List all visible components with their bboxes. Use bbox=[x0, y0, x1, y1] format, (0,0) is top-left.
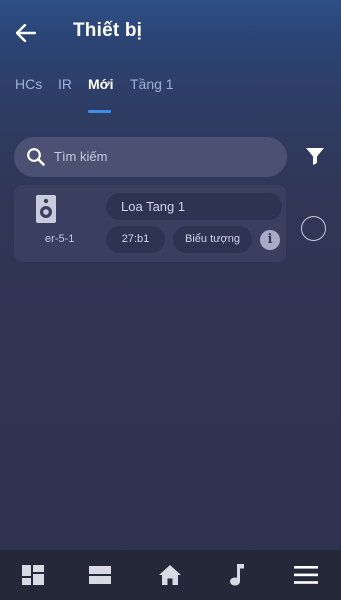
page-title: Thiết bị bbox=[73, 20, 143, 41]
nav-dashboard[interactable] bbox=[3, 550, 63, 600]
tab-moi[interactable]: Mới bbox=[88, 76, 114, 92]
search-bar[interactable]: Tìm kiếm bbox=[14, 137, 287, 177]
device-select-radio[interactable] bbox=[301, 216, 326, 241]
dashboard-icon bbox=[22, 565, 44, 585]
nav-rooms[interactable] bbox=[70, 550, 130, 600]
tab-hcs[interactable]: HCs bbox=[15, 76, 42, 92]
back-button[interactable] bbox=[12, 19, 40, 47]
device-name-field[interactable]: Loa Tang 1 bbox=[106, 193, 282, 220]
nav-music[interactable] bbox=[207, 550, 267, 600]
arrow-left-icon bbox=[16, 24, 36, 42]
nav-menu[interactable] bbox=[276, 550, 336, 600]
tab-ir[interactable]: IR bbox=[58, 76, 72, 92]
search-icon bbox=[27, 148, 45, 166]
info-icon[interactable]: i bbox=[260, 230, 280, 250]
device-address: 27:b1 bbox=[106, 226, 165, 253]
tab-bar: HCs IR Mới Tầng 1 bbox=[0, 70, 341, 114]
menu-icon bbox=[294, 566, 318, 584]
filter-button[interactable] bbox=[303, 144, 327, 168]
device-screen: Thiết bị HCs IR Mới Tầng 1 Tìm kiếm er-5… bbox=[0, 0, 341, 600]
music-note-icon bbox=[230, 564, 244, 586]
home-icon bbox=[159, 565, 181, 585]
active-tab-indicator bbox=[88, 110, 111, 113]
bottom-nav bbox=[0, 550, 341, 600]
device-code: er-5-1 bbox=[45, 233, 75, 245]
filter-icon bbox=[306, 148, 324, 165]
nav-home[interactable] bbox=[140, 550, 200, 600]
rooms-icon bbox=[89, 566, 111, 584]
app-header: Thiết bị bbox=[0, 0, 341, 62]
search-input[interactable]: Tìm kiếm bbox=[54, 149, 107, 164]
tab-tang-1[interactable]: Tầng 1 bbox=[130, 76, 174, 92]
change-icon-button[interactable]: Biểu tượng bbox=[173, 226, 252, 253]
speaker-icon bbox=[36, 195, 56, 223]
